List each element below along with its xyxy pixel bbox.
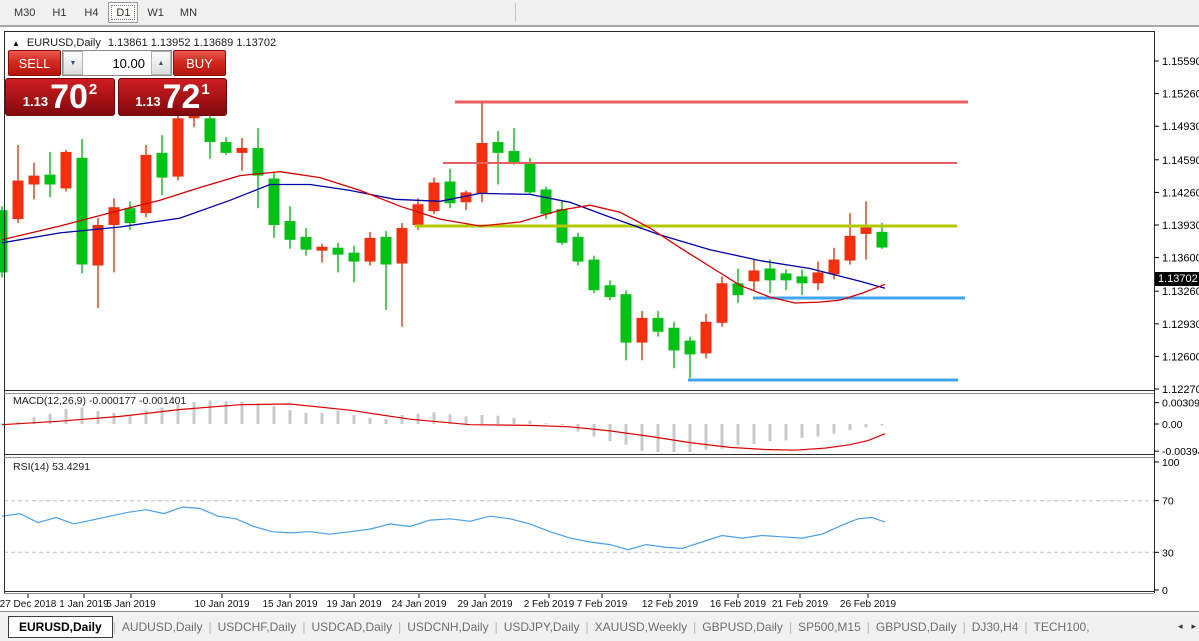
- volume-stepper: ▼ ▲: [62, 50, 172, 76]
- price-chart-canvas[interactable]: 1.15590 1.15260 1.14930 1.14590 1.14260 1.139…: [0, 31, 1199, 611]
- chevron-down-icon: ▼: [70, 60, 77, 67]
- symbol-tabbar: EURUSD,Daily|AUDUSD,Daily|USDCHF,Daily|U…: [0, 611, 1199, 641]
- svg-text:1.14590: 1.14590: [1162, 155, 1199, 167]
- buy-price-pip: 1: [201, 81, 209, 98]
- volume-decrease-button[interactable]: ▼: [63, 51, 83, 75]
- svg-text:10 Jan 2019: 10 Jan 2019: [194, 599, 249, 610]
- chart-panels: [0, 31, 1199, 611]
- svg-text:100: 100: [1162, 457, 1180, 469]
- timeframe-button-d1[interactable]: D1: [108, 2, 138, 23]
- volume-increase-button[interactable]: ▲: [151, 51, 171, 75]
- sell-price-pip: 2: [89, 81, 97, 98]
- svg-text:1.13260: 1.13260: [1162, 286, 1199, 298]
- sell-price-big: 70: [50, 82, 88, 112]
- tab-usdchf-daily[interactable]: USDCHF,Daily: [212, 616, 303, 638]
- svg-text:30: 30: [1162, 547, 1174, 559]
- svg-text:1.15260: 1.15260: [1162, 89, 1199, 101]
- svg-text:12 Feb 2019: 12 Feb 2019: [642, 599, 699, 610]
- rsi-indicator-label: RSI(14) 53.4291: [13, 461, 90, 473]
- tab-eurusd-daily[interactable]: EURUSD,Daily: [8, 616, 113, 638]
- timeframe-toolbar: M30H1H4D1W1MN: [0, 0, 1199, 27]
- svg-text:16 Feb 2019: 16 Feb 2019: [710, 599, 767, 610]
- svg-text:1.12270: 1.12270: [1162, 384, 1199, 396]
- chart-window[interactable]: 1.15590 1.15260 1.14930 1.14590 1.14260 1.139…: [0, 31, 1199, 611]
- tab-tech100-[interactable]: TECH100,: [1028, 616, 1096, 638]
- toolbar-divider: [515, 3, 516, 22]
- svg-text:1.12600: 1.12600: [1162, 351, 1199, 363]
- svg-text:0: 0: [1162, 585, 1168, 597]
- mt4-window: M30H1H4D1W1MN 1.15590 1.15260 1.14930 1.145…: [0, 0, 1199, 641]
- tab-gbpusd-daily[interactable]: GBPUSD,Daily: [870, 616, 963, 638]
- tab-sp500-m15[interactable]: SP500,M15: [792, 616, 867, 638]
- svg-text:19 Jan 2019: 19 Jan 2019: [326, 599, 381, 610]
- timeframe-button-w1[interactable]: W1: [140, 2, 171, 23]
- collapse-icon[interactable]: ▲: [12, 39, 20, 48]
- timeframe-button-h1[interactable]: H1: [44, 2, 74, 23]
- svg-text:21 Feb 2019: 21 Feb 2019: [772, 599, 829, 610]
- tab-scroll-right-icon[interactable]: ▸: [1191, 621, 1196, 632]
- tab-xauusd-weekly[interactable]: XAUUSD,Weekly: [589, 616, 693, 638]
- chart-title-row: ▲ EURUSD,Daily 1.13861 1.13952 1.13689 1…: [12, 37, 276, 49]
- tab-usdjpy-daily[interactable]: USDJPY,Daily: [498, 616, 586, 638]
- timeframe-button-h4[interactable]: H4: [76, 2, 106, 23]
- timeframe-button-m30[interactable]: M30: [7, 2, 42, 23]
- buy-price-big: 72: [163, 82, 201, 112]
- svg-text:1 Jan 2019: 1 Jan 2019: [59, 599, 109, 610]
- svg-text:29 Jan 2019: 29 Jan 2019: [457, 599, 512, 610]
- svg-text:0.003095: 0.003095: [1162, 398, 1199, 410]
- svg-text:1.13600: 1.13600: [1162, 253, 1199, 265]
- svg-text:7 Feb 2019: 7 Feb 2019: [577, 599, 628, 610]
- svg-text:70: 70: [1162, 496, 1174, 508]
- chevron-up-icon: ▲: [158, 60, 165, 67]
- timeframe-button-mn[interactable]: MN: [173, 2, 204, 23]
- buy-price-base: 1.13: [135, 94, 160, 109]
- svg-text:27 Dec 2018: 27 Dec 2018: [0, 599, 57, 610]
- tab-gbpusd-daily[interactable]: GBPUSD,Daily: [696, 616, 789, 638]
- svg-text:2 Feb 2019: 2 Feb 2019: [524, 599, 575, 610]
- volume-input[interactable]: [83, 51, 151, 75]
- sell-button[interactable]: SELL: [8, 50, 61, 76]
- symbol-tabs: EURUSD,Daily|AUDUSD,Daily|USDCHF,Daily|U…: [0, 616, 1096, 638]
- svg-text:24 Jan 2019: 24 Jan 2019: [391, 599, 446, 610]
- current-price-label: 1.13702: [1155, 272, 1199, 286]
- tab-scroll-arrows: ◂ ▸: [1178, 621, 1196, 632]
- tab-usdcad-daily[interactable]: USDCAD,Daily: [305, 616, 398, 638]
- tab-dj30-h4[interactable]: DJ30,H4: [966, 616, 1025, 638]
- svg-text:0.00: 0.00: [1162, 419, 1183, 431]
- sell-price-base: 1.13: [23, 94, 48, 109]
- svg-text:1.14260: 1.14260: [1162, 187, 1199, 199]
- svg-text:1.15590: 1.15590: [1162, 56, 1199, 68]
- tab-scroll-left-icon[interactable]: ◂: [1178, 621, 1183, 632]
- svg-text:1.12930: 1.12930: [1162, 319, 1199, 331]
- svg-text:15 Jan 2019: 15 Jan 2019: [262, 599, 317, 610]
- buy-button[interactable]: BUY: [173, 50, 226, 76]
- svg-text:26 Feb 2019: 26 Feb 2019: [840, 599, 897, 610]
- ohlc-values: 1.13861 1.13952 1.13689 1.13702: [108, 37, 276, 49]
- timeframe-buttons: M30H1H4D1W1MN: [6, 2, 205, 23]
- tab-usdcnh-daily[interactable]: USDCNH,Daily: [401, 616, 494, 638]
- macd-indicator-label: MACD(12,26,9) -0.000177 -0.001401: [13, 395, 186, 407]
- tab-audusd-daily[interactable]: AUDUSD,Daily: [116, 616, 209, 638]
- sell-price-panel[interactable]: 1.13 70 2: [5, 78, 115, 116]
- buy-price-panel[interactable]: 1.13 72 1: [118, 78, 227, 116]
- svg-text:5 Jan 2019: 5 Jan 2019: [106, 599, 156, 610]
- svg-text:1.14930: 1.14930: [1162, 121, 1199, 133]
- svg-text:1.13930: 1.13930: [1162, 220, 1199, 232]
- symbol-title: EURUSD,Daily: [27, 37, 101, 49]
